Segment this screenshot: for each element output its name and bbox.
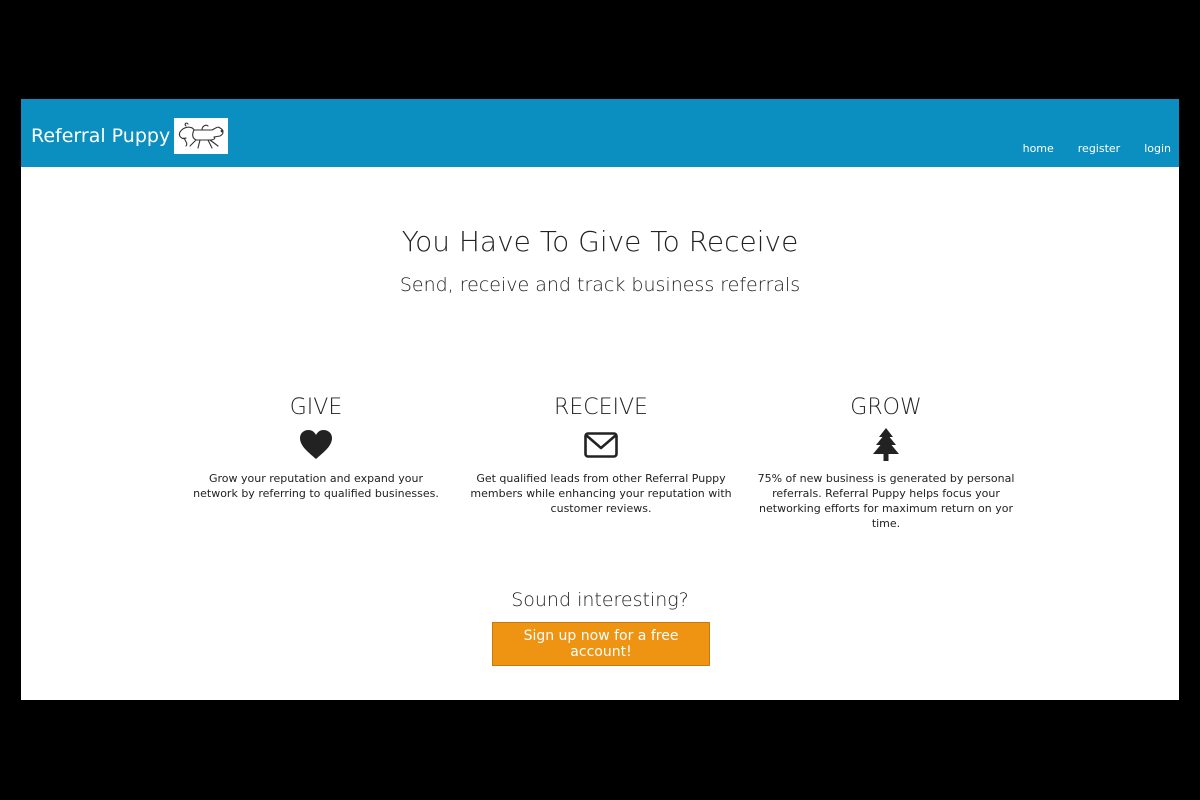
tree-icon <box>873 428 899 461</box>
navbar: Referral Puppy home register login <box>21 99 1179 167</box>
feature-title: RECEIVE <box>554 395 648 420</box>
nav-register-link[interactable]: register <box>1078 142 1120 155</box>
puppy-logo-icon <box>174 118 229 154</box>
feature-text: Get qualified leads from other Referral … <box>470 472 732 515</box>
heart-icon <box>300 430 332 459</box>
hero-title: You Have To Give To Receive <box>401 225 799 258</box>
feature-title: GROW <box>850 395 922 420</box>
feature-grow: GROW 75% of new business is generated by… <box>751 393 1021 531</box>
brand-name: Referral Puppy <box>31 125 171 147</box>
nav-links: home register login <box>999 142 1171 155</box>
cta-question: Sound interesting? <box>511 589 689 611</box>
nav-home-link[interactable]: home <box>1023 142 1054 155</box>
feature-receive: RECEIVE Get qualified leads from other R… <box>466 393 736 516</box>
envelope-icon <box>584 432 618 458</box>
feature-text: 75% of new business is generated by pers… <box>757 472 1015 530</box>
hero-subtitle: Send, receive and track business referra… <box>399 274 801 296</box>
feature-give: GIVE Grow your reputation and expand you… <box>181 393 451 501</box>
feature-text: Grow your reputation and expand your net… <box>193 472 439 500</box>
brand-link[interactable]: Referral Puppy <box>31 117 229 155</box>
feature-title: GIVE <box>289 395 343 420</box>
signup-button[interactable]: Sign up now for a free account! <box>492 622 710 666</box>
page-frame: Referral Puppy home register login You H… <box>21 99 1179 700</box>
nav-login-link[interactable]: login <box>1144 142 1171 155</box>
